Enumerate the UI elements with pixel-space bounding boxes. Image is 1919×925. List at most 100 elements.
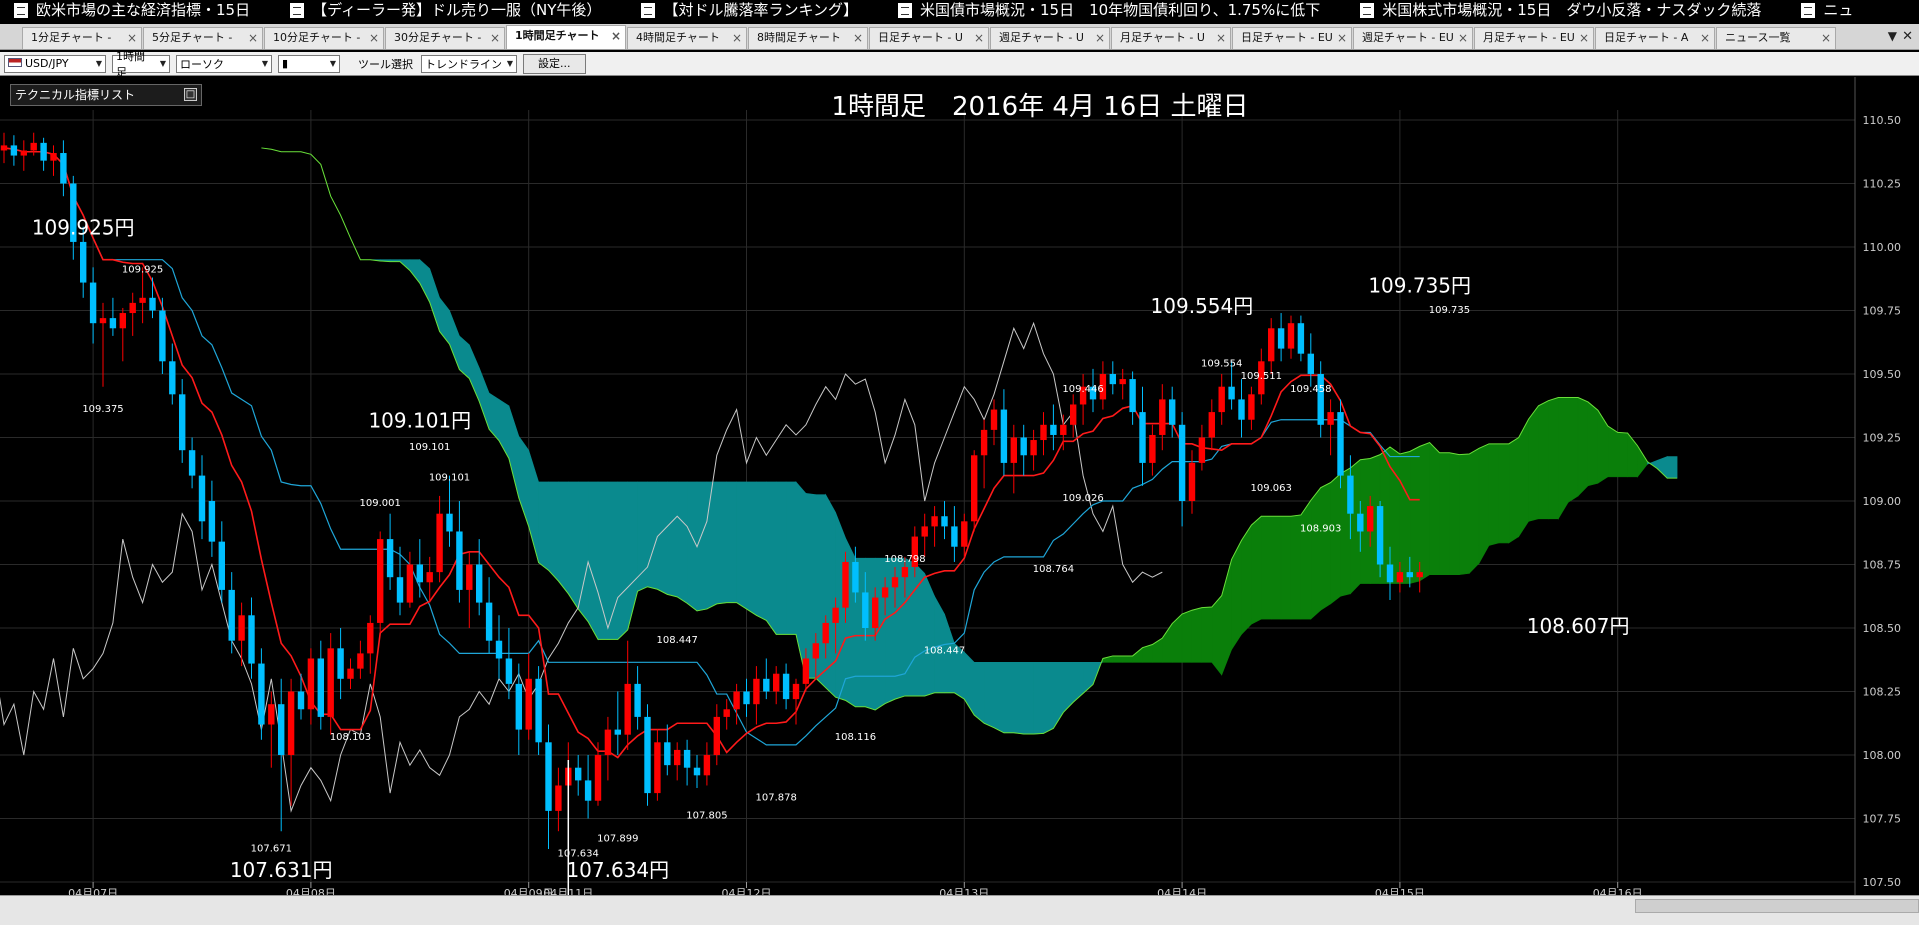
candle-up xyxy=(654,742,661,794)
technical-indicator-list-toggle[interactable]: テクニカル指標リスト □ xyxy=(10,84,202,106)
news-ticker: 欧米市場の主な経済指標・15日 【ディーラー発】ドル売り一服（NY午後） 【対ドル騰… xyxy=(0,0,1919,20)
chart-tab[interactable]: 1分足チャート - × xyxy=(22,27,142,49)
horizontal-scrollbar[interactable] xyxy=(0,895,1919,925)
news-item[interactable]: 【ディーラー発】ドル売り一服（NY午後） xyxy=(290,0,601,20)
chart-tab[interactable]: 週足チャート - U × xyxy=(990,27,1110,49)
news-item[interactable]: 【対ドル騰落率ランキング】 xyxy=(641,0,858,20)
news-item[interactable]: ニュ xyxy=(1801,0,1853,20)
ichimoku-cloud-segment xyxy=(1478,443,1490,565)
close-tab-icon[interactable]: × xyxy=(1821,28,1831,48)
price-marker: 109.101 xyxy=(429,473,470,484)
chart-tab[interactable]: 月足チャート - EU × xyxy=(1474,27,1594,49)
chart-area[interactable]: 110.50 110.25 110.00 109.75 109.50 109.25 109.… xyxy=(0,77,1919,895)
ichimoku-cloud-segment xyxy=(1023,661,1034,735)
candle-up xyxy=(1416,572,1423,578)
candle-up xyxy=(1268,328,1275,362)
candle-up xyxy=(1030,440,1037,456)
ichimoku-cloud-segment xyxy=(686,481,698,612)
ichimoku-cloud-segment xyxy=(1280,515,1292,620)
chart-tab[interactable]: 1時間足チャート × xyxy=(506,25,626,49)
chart-tab[interactable]: 8時間足チャート × xyxy=(748,27,868,49)
candle-up xyxy=(842,561,849,608)
ichimoku-cloud-segment xyxy=(736,481,747,610)
x-axis-date-label: 04月14日 xyxy=(1157,887,1207,895)
chart-tab[interactable]: 週足チャート - EU × xyxy=(1353,27,1473,49)
price-marker: 108.764 xyxy=(1033,564,1074,575)
tenkan-sen-line xyxy=(3,147,1420,759)
close-tab-icon[interactable]: × xyxy=(853,28,863,48)
price-marker: 107.878 xyxy=(756,793,797,804)
candle-down xyxy=(545,742,552,811)
candle-up xyxy=(961,521,968,547)
news-item[interactable]: 米国株式市場概況・15日 ダウ小反落・ナスダック続落 xyxy=(1360,0,1761,20)
ichimoku-cloud-segment xyxy=(924,573,935,697)
settings-button[interactable]: 設定... xyxy=(523,53,586,74)
close-tab-icon[interactable]: × xyxy=(1700,28,1710,48)
tab-label: 5分足チャート - xyxy=(152,31,233,44)
close-tab-icon[interactable]: × xyxy=(490,28,500,48)
chart-tab[interactable]: 30分足チャート - × xyxy=(385,27,505,49)
close-tab-icon[interactable]: × xyxy=(611,26,621,46)
chart-tab[interactable]: 日足チャート - U × xyxy=(869,27,989,49)
candle-down xyxy=(1357,513,1364,532)
ichimoku-cloud-segment xyxy=(597,481,609,640)
candle-up xyxy=(1010,437,1017,463)
timeframe-select[interactable]: 1時間足 ▼ xyxy=(112,50,170,79)
ichimoku-cloud-segment xyxy=(1468,447,1480,575)
ichimoku-cloud-segment xyxy=(1191,607,1203,663)
candle-icon: ▮ xyxy=(282,57,289,70)
tool-select-label: ツール選択 xyxy=(358,57,413,71)
candle-down xyxy=(149,297,156,311)
chart-tab[interactable]: 月足チャート - U × xyxy=(1111,27,1231,49)
chart-tab[interactable]: 日足チャート - EU × xyxy=(1232,27,1352,49)
candle-up xyxy=(812,643,819,659)
ichimoku-cloud-segment xyxy=(1330,473,1341,605)
price-chart[interactable]: 110.50 110.25 110.00 109.75 109.50 109.25 109.… xyxy=(0,77,1919,895)
close-tab-icon[interactable]: × xyxy=(248,28,258,48)
ichimoku-cloud-segment xyxy=(647,481,658,590)
price-callout: 108.607円 xyxy=(1527,614,1630,638)
chart-tab[interactable]: 日足チャート - A × xyxy=(1595,27,1715,49)
close-tab-icon[interactable]: × xyxy=(1337,28,1347,48)
candle-up xyxy=(20,150,27,156)
close-tab-icon[interactable]: × xyxy=(1095,28,1105,48)
close-tab-icon[interactable]: × xyxy=(974,28,984,48)
chart-tab[interactable]: ニュース一覧 × xyxy=(1716,27,1836,49)
candle-down xyxy=(693,767,701,776)
candle-down xyxy=(782,673,790,700)
ichimoku-cloud-segment xyxy=(1429,441,1440,575)
close-tab-icon[interactable]: × xyxy=(732,28,742,48)
tab-list-dropdown-icon[interactable]: ▼ xyxy=(1888,29,1897,43)
expand-icon[interactable]: □ xyxy=(184,88,197,101)
ichimoku-cloud-segment xyxy=(1548,397,1559,520)
close-tab-icon[interactable]: × xyxy=(1579,28,1589,48)
candle-up xyxy=(881,587,889,598)
timeframe-value: 1時間足 xyxy=(116,49,145,79)
candle-down xyxy=(109,318,117,329)
news-item[interactable]: 欧米市場の主な経済指標・15日 xyxy=(14,0,250,20)
close-icon[interactable]: ✕ xyxy=(1902,29,1913,44)
candle-down xyxy=(1277,328,1285,349)
candle-up xyxy=(347,668,354,679)
close-tab-icon[interactable]: × xyxy=(369,28,379,48)
close-tab-icon[interactable]: × xyxy=(1458,28,1468,48)
close-tab-icon[interactable]: × xyxy=(127,28,137,48)
chart-tab[interactable]: 4時間足チャート × xyxy=(627,27,747,49)
candle-color-select[interactable]: ▮ ▼ xyxy=(278,54,340,73)
close-tab-icon[interactable]: × xyxy=(1216,28,1226,48)
news-headline: 【対ドル騰落率ランキング】 xyxy=(663,1,858,19)
chart-tab[interactable]: 10分足チャート - × xyxy=(264,27,384,49)
chart-tab[interactable]: 5分足チャート - × xyxy=(143,27,263,49)
candle-down xyxy=(1228,386,1235,400)
x-axis-date-label: 04月07日 xyxy=(68,887,118,895)
drawing-tool-select[interactable]: トレンドライン ▼ xyxy=(421,54,517,73)
ichimoku-cloud-segment xyxy=(617,481,629,641)
currency-pair-select[interactable]: USD/JPY ▼ xyxy=(4,54,106,73)
price-marker: 109.026 xyxy=(1062,493,1103,504)
candle-down xyxy=(485,602,493,641)
scrollbar-thumb[interactable] xyxy=(1635,899,1919,913)
ichimoku-cloud-segment xyxy=(1251,515,1262,625)
news-item[interactable]: 米国債市場概況・15日 10年物国債利回り、1.75%に低下 xyxy=(898,0,1320,20)
ichimoku-cloud-segment xyxy=(1637,444,1648,478)
chart-style-select[interactable]: ローソク ▼ xyxy=(176,54,272,73)
